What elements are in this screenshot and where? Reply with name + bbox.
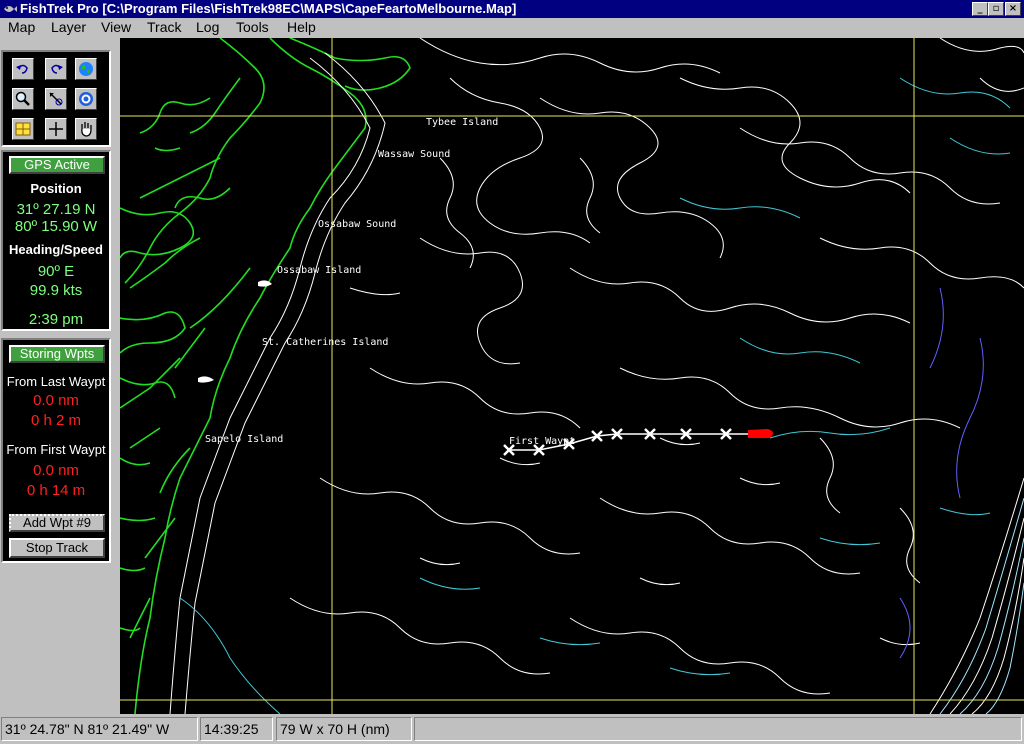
target-icon [79,92,93,106]
island-shape [198,376,214,383]
storing-wpts-button[interactable]: Storing Wpts [9,345,105,363]
label-st-catherines-island: St. Catherines Island [262,337,389,348]
from-first-label: From First Waypt [6,442,106,457]
depth-contours [169,38,1024,714]
menu-log[interactable]: Log [196,19,219,35]
status-bar: 31º 24.78" N 81º 21.49" W 14:39:25 79 W … [0,714,1024,744]
grid-button[interactable] [12,118,34,140]
label-sapelo-island: Sapelo Island [205,434,284,445]
gps-speed: 99.9 kts [29,282,83,299]
minimize-button[interactable]: _ [972,2,988,16]
zoom-button[interactable] [12,88,34,110]
pan-button[interactable] [75,118,97,140]
label-wassaw-sound: Wassaw Sound [378,149,451,160]
redo-icon [51,64,63,74]
menu-track[interactable]: Track [147,19,181,35]
add-waypoint-button[interactable]: Add Wpt #9 [9,514,105,532]
title-bar: FishTrek Pro [C:\Program Files\FishTrek9… [0,0,1024,18]
vessel-icon[interactable] [748,429,774,438]
map-scale: 79 W x 70 H (nm) [276,717,412,741]
redo-button[interactable] [45,58,67,80]
globe-button[interactable] [75,58,97,80]
maximize-button[interactable]: ▫ [988,2,1004,16]
crosshair-icon [49,122,63,136]
gps-latitude: 31º 27.19 N [16,201,96,218]
crosshair-button[interactable] [45,118,67,140]
map-canvas [120,38,1024,714]
fish-app-icon [4,6,17,12]
grid-lines [120,38,1024,714]
gps-longitude: 80º 15.90 W [14,218,98,235]
close-button[interactable]: × [1005,2,1021,16]
menu-help[interactable]: Help [287,19,316,35]
stop-track-button[interactable]: Stop Track [9,538,105,558]
menu-bar: Map Layer View Track Log Tools Help [0,18,1024,38]
from-last-label: From Last Waypt [6,374,106,389]
globe-icon [79,62,93,76]
from-first-time: 0 h 14 m [26,482,86,499]
label-first-waypoint: First Waypt [509,436,576,447]
window-title: FishTrek Pro [C:\Program Files\FishTrek9… [20,1,517,16]
label-tybee-island: Tybee Island [426,117,499,128]
deep-contours [179,77,1011,714]
label-ossabaw-island: Ossabaw Island [277,265,362,276]
grid-icon [15,122,31,136]
menu-view[interactable]: View [101,19,131,35]
tool-panel [1,50,111,147]
zoom-icon [15,91,30,106]
from-last-time: 0 h 2 m [30,412,82,429]
measure-button[interactable] [45,88,67,110]
gps-active-button[interactable]: GPS Active [9,156,105,174]
from-last-distance: 0.0 nm [33,392,79,409]
gps-time: 2:39 pm [28,311,84,328]
menu-tools[interactable]: Tools [236,19,269,35]
label-ossabaw-sound: Ossabaw Sound [318,219,397,230]
chart-map[interactable]: Tybee Island Wassaw Sound Ossabaw Sound … [120,38,1024,714]
from-first-distance: 0.0 nm [33,462,79,479]
undo-icon [16,64,28,74]
menu-map[interactable]: Map [8,19,35,35]
heading-speed-label: Heading/Speed [9,242,103,257]
gps-panel: GPS Active Position 31º 27.19 N 80º 15.9… [1,150,111,331]
measure-icon [49,92,63,106]
gps-heading: 90º E [37,263,75,280]
status-message [414,717,1022,741]
target-button[interactable] [75,88,97,110]
waypoint-panel: Storing Wpts From Last Waypt 0.0 nm 0 h … [1,338,111,563]
offshore-shelf [899,38,1024,714]
position-label: Position [30,181,82,196]
menu-layer[interactable]: Layer [51,19,86,35]
cursor-position: 31º 24.78" N 81º 21.49" W [1,717,198,741]
hand-icon [81,122,92,137]
undo-button[interactable] [12,58,34,80]
status-clock: 14:39:25 [200,717,273,741]
